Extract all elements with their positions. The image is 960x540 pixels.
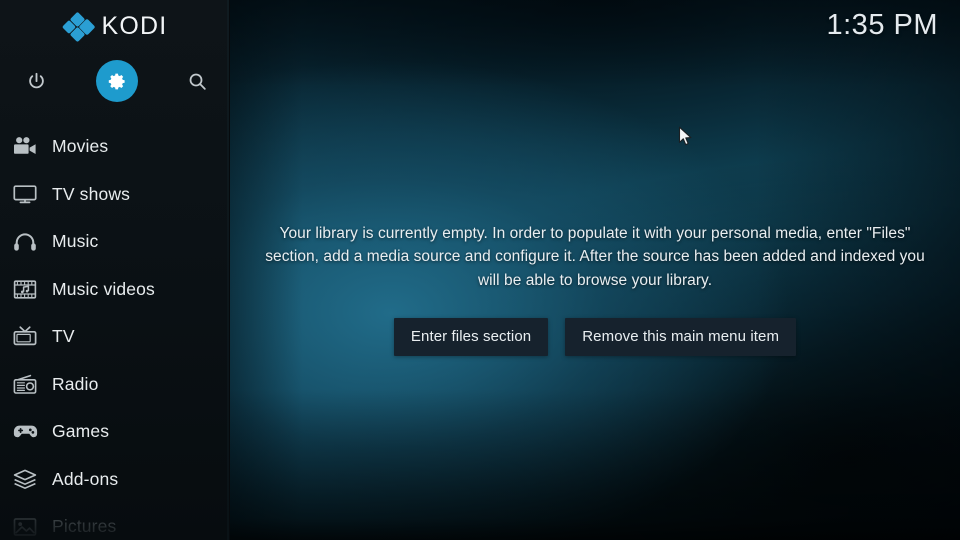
- tv-antenna-icon: [10, 324, 40, 350]
- headphones-icon: [10, 229, 40, 255]
- sidebar-item-tv[interactable]: TV: [0, 313, 229, 361]
- sidebar-item-label: TV: [52, 326, 75, 346]
- movie-camera-icon: [10, 134, 40, 160]
- film-music-icon: [10, 276, 40, 302]
- kodi-home-screen: KODI Movies TV shows Music Music videos …: [0, 0, 960, 540]
- addon-box-icon: [10, 466, 40, 492]
- mouse-cursor: [678, 126, 694, 148]
- enter-files-section-button[interactable]: Enter files section: [393, 318, 549, 357]
- sidebar-item-label: Radio: [52, 373, 99, 394]
- main-menu: Movies TV shows Music Music videos TV Radio Ga…: [0, 123, 229, 540]
- sidebar-item-music-videos[interactable]: Music videos: [0, 266, 229, 314]
- kodi-logo-text: KODI: [101, 11, 168, 40]
- search-icon[interactable]: [176, 60, 218, 102]
- power-icon[interactable]: [15, 60, 57, 102]
- settings-icon[interactable]: [96, 60, 138, 102]
- kodi-logo-icon: [61, 11, 96, 43]
- sidebar-item-pictures[interactable]: Pictures: [0, 503, 229, 540]
- top-icon-bar: [0, 60, 229, 102]
- sidebar-item-label: Movies: [52, 136, 109, 156]
- remove-this-main-menu-item-button[interactable]: Remove this main menu item: [565, 318, 797, 357]
- sidebar-item-label: Music: [52, 231, 99, 251]
- sidebar-item-label: Add-ons: [52, 468, 119, 489]
- empty-library-message: Your library is currently empty. In orde…: [265, 224, 925, 289]
- sidebar-item-label: TV shows: [52, 183, 131, 204]
- kodi-logo: KODI: [0, 11, 229, 43]
- television-icon: [10, 181, 40, 207]
- sidebar-item-radio[interactable]: Radio: [0, 361, 229, 409]
- action-button-row: Enter files section Remove this main menu…: [393, 318, 797, 357]
- sidebar-item-label: Music videos: [52, 278, 155, 299]
- sidebar-item-label: Games: [52, 421, 110, 441]
- sidebar-item-label: Pictures: [52, 516, 117, 536]
- sidebar-item-music[interactable]: Music: [0, 218, 229, 266]
- sidebar-item-add-ons[interactable]: Add-ons: [0, 456, 229, 504]
- sidebar-item-games[interactable]: Games: [0, 408, 229, 456]
- radio-icon: [10, 371, 40, 397]
- sidebar: KODI Movies TV shows Music Music videos …: [0, 0, 230, 540]
- sidebar-item-movies[interactable]: Movies: [0, 123, 229, 171]
- main-content: Your library is currently empty. In orde…: [230, 0, 960, 540]
- gamepad-icon: [10, 419, 40, 445]
- picture-icon: [10, 514, 40, 540]
- sidebar-item-tv-shows[interactable]: TV shows: [0, 171, 229, 219]
